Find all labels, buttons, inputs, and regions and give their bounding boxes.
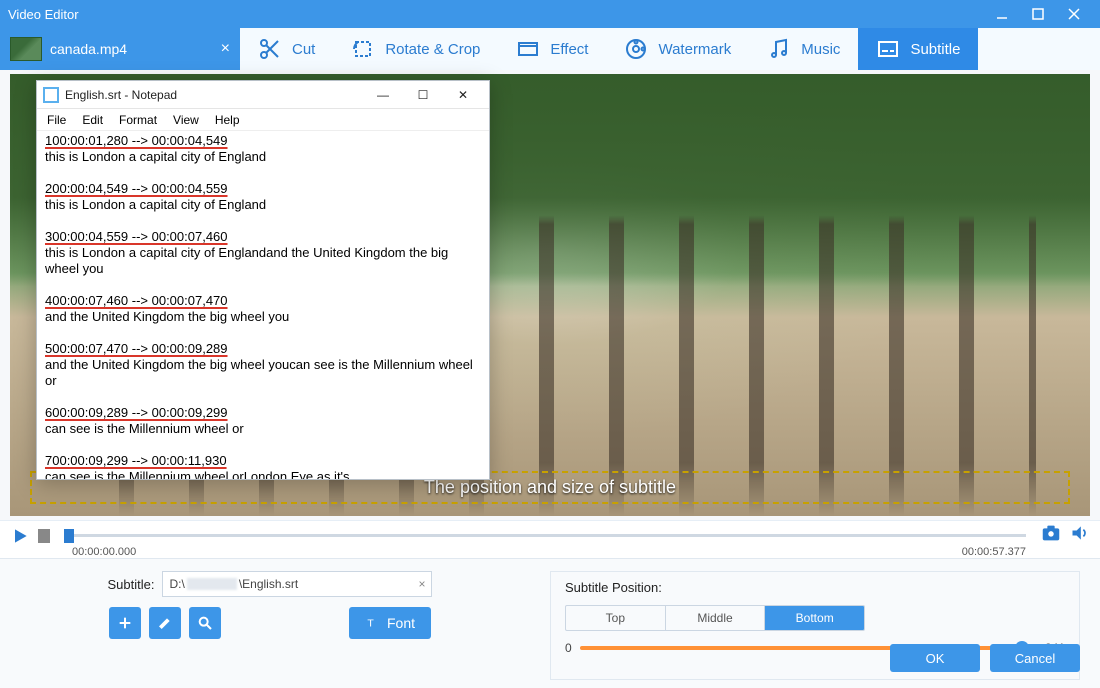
svg-text:T: T [367, 618, 374, 630]
tab-cut[interactable]: Cut [240, 28, 333, 70]
toolbar: canada.mp4 × Cut Rotate & Crop Effect Wa… [0, 28, 1100, 70]
position-bottom[interactable]: Bottom [765, 606, 864, 630]
add-subtitle-button[interactable] [109, 607, 141, 639]
notepad-menubar: File Edit Format View Help [37, 109, 489, 131]
srt-timestamp: 700:00:09,299 --> 00:00:11,930 [45, 453, 481, 469]
tool-tabs: Cut Rotate & Crop Effect Watermark Music… [240, 28, 1100, 70]
tab-label: Watermark [658, 41, 731, 58]
path-prefix: D:\ [169, 577, 184, 591]
notepad-window: English.srt - Notepad — ☐ ✕ File Edit Fo… [36, 80, 490, 480]
srt-text: and the United Kingdom the big wheel you [45, 309, 481, 325]
file-name: canada.mp4 [50, 41, 127, 57]
watermark-icon [624, 37, 648, 61]
minimize-icon[interactable] [984, 0, 1020, 28]
scissors-icon [258, 37, 282, 61]
position-top[interactable]: Top [566, 606, 666, 630]
path-redacted [187, 578, 237, 590]
tab-subtitle[interactable]: Subtitle [858, 28, 978, 70]
timeline-scrubber[interactable] [64, 529, 74, 543]
time-current: 00:00:00.000 [72, 546, 136, 558]
clear-path-icon[interactable]: × [418, 577, 425, 591]
notepad-title: English.srt - Notepad [65, 88, 177, 102]
dialog-buttons: OK Cancel [890, 644, 1080, 672]
rotate-crop-icon [351, 37, 375, 61]
position-segmented: Top Middle Bottom [565, 605, 865, 631]
app-titlebar: Video Editor [0, 0, 1100, 28]
subtitle-overlay-text: The position and size of subtitle [424, 477, 676, 497]
notepad-titlebar[interactable]: English.srt - Notepad — ☐ ✕ [37, 81, 489, 109]
srt-timestamp: 200:00:04,549 --> 00:00:04,559 [45, 181, 481, 197]
cancel-button[interactable]: Cancel [990, 644, 1080, 672]
search-subtitle-button[interactable] [189, 607, 221, 639]
font-button[interactable]: T Font [349, 607, 431, 639]
tab-label: Effect [550, 41, 588, 58]
file-thumbnail [10, 37, 42, 61]
notepad-maximize-icon[interactable]: ☐ [403, 81, 443, 109]
srt-timestamp: 300:00:04,559 --> 00:00:07,460 [45, 229, 481, 245]
notepad-icon [43, 87, 59, 103]
tab-label: Subtitle [910, 41, 960, 58]
font-icon: T [365, 616, 379, 630]
effect-icon [516, 37, 540, 61]
path-suffix: \English.srt [239, 577, 298, 591]
range-marker[interactable] [38, 529, 50, 543]
tab-effect[interactable]: Effect [498, 28, 606, 70]
srt-text: this is London a capital city of England… [45, 245, 481, 277]
notepad-body[interactable]: 100:00:01,280 --> 00:00:04,549this is Lo… [37, 131, 489, 479]
time-total: 00:00:57.377 [962, 546, 1026, 558]
srt-text: can see is the Millennium wheel or [45, 421, 481, 437]
menu-file[interactable]: File [47, 113, 66, 127]
notepad-minimize-icon[interactable]: — [363, 81, 403, 109]
app-title: Video Editor [8, 7, 79, 22]
maximize-icon[interactable] [1020, 0, 1056, 28]
ok-button[interactable]: OK [890, 644, 980, 672]
srt-timestamp: 600:00:09,289 --> 00:00:09,299 [45, 405, 481, 421]
tab-label: Rotate & Crop [385, 41, 480, 58]
snapshot-button[interactable] [1040, 522, 1062, 549]
srt-timestamp: 500:00:07,470 --> 00:00:09,289 [45, 341, 481, 357]
srt-text: this is London a capital city of England [45, 197, 481, 213]
position-title: Subtitle Position: [565, 580, 1065, 595]
tab-label: Music [801, 41, 840, 58]
file-tab-close-icon[interactable]: × [221, 40, 230, 58]
subtitle-path-label: Subtitle: [108, 577, 155, 592]
srt-timestamp: 100:00:01,280 --> 00:00:04,549 [45, 133, 481, 149]
timeline[interactable] [64, 534, 1026, 537]
tab-watermark[interactable]: Watermark [606, 28, 749, 70]
position-middle[interactable]: Middle [666, 606, 766, 630]
menu-help[interactable]: Help [215, 113, 240, 127]
menu-view[interactable]: View [173, 113, 199, 127]
font-button-label: Font [387, 615, 415, 631]
edit-subtitle-button[interactable] [149, 607, 181, 639]
play-button[interactable] [10, 526, 30, 546]
slider-min: 0 [565, 641, 572, 655]
notepad-close-icon[interactable]: ✕ [443, 81, 483, 109]
menu-edit[interactable]: Edit [82, 113, 103, 127]
tab-rotate-crop[interactable]: Rotate & Crop [333, 28, 498, 70]
srt-text: and the United Kingdom the big wheel you… [45, 357, 481, 389]
srt-timestamp: 400:00:07,460 --> 00:00:07,470 [45, 293, 481, 309]
subtitle-path-input[interactable]: D:\ \English.srt × [162, 571, 432, 597]
file-tab[interactable]: canada.mp4 × [0, 28, 240, 70]
volume-button[interactable] [1070, 523, 1090, 548]
srt-text: can see is the Millennium wheel orLondon… [45, 469, 481, 479]
srt-text: this is London a capital city of England [45, 149, 481, 165]
close-icon[interactable] [1056, 0, 1092, 28]
music-icon [767, 37, 791, 61]
tab-music[interactable]: Music [749, 28, 858, 70]
tab-label: Cut [292, 41, 315, 58]
subtitle-icon [876, 37, 900, 61]
menu-format[interactable]: Format [119, 113, 157, 127]
